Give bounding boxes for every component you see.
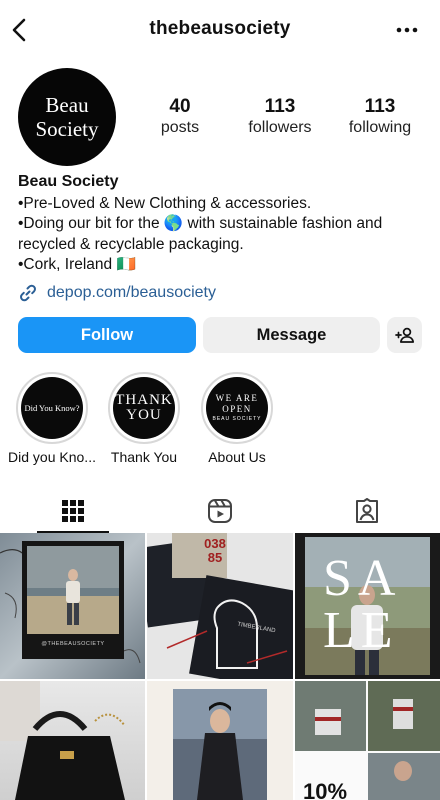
grid-icon [62, 499, 84, 522]
stat-posts[interactable]: 40 posts [130, 96, 230, 138]
add-user-icon [394, 327, 414, 343]
bio-line: •Cork, Ireland 🇮🇪 [18, 255, 428, 276]
stat-following-value: 113 [364, 96, 396, 117]
post-image-tag-text: 038 85 [195, 537, 235, 565]
stat-followers[interactable]: 113 followers [230, 96, 330, 138]
stat-followers-label: followers [248, 119, 312, 136]
globe-emoji-icon: 🌎 [163, 215, 184, 232]
link-icon [20, 284, 36, 302]
post-overlay-text: SA LE [323, 553, 401, 657]
more-options-icon[interactable] [394, 18, 420, 42]
highlight-cover: THANK YOU [113, 377, 175, 439]
stat-following[interactable]: 113 following [330, 96, 430, 138]
message-button[interactable]: Message [203, 317, 380, 353]
avatar-text-line2: Society [35, 117, 99, 141]
post-overlay-text-line: SA [323, 550, 402, 607]
suggested-accounts-button[interactable] [387, 317, 422, 353]
highlight-about-us[interactable]: WE ARE OPEN BEAU SOCIETY About Us [187, 372, 287, 465]
highlight-cover-text: OPEN [222, 403, 252, 414]
top-bar: thebeausociety [0, 0, 440, 60]
highlight-cover-text: BEAU SOCIETY [212, 415, 262, 422]
post-overlay-text: 10% [303, 779, 348, 800]
bio-line: recycled & recyclable packaging. [18, 235, 244, 253]
profile-website-link[interactable]: depop.com/beausociety [18, 283, 216, 303]
stat-posts-label: posts [160, 119, 200, 136]
post-image [0, 681, 126, 800]
post-thumbnail[interactable] [147, 681, 293, 800]
tagged-person-icon [356, 497, 378, 523]
ireland-flag-emoji-icon: 🇮🇪 [116, 256, 136, 273]
post-thumbnail[interactable]: 038 85 TIMBERLAND [147, 533, 293, 679]
post-image [173, 689, 267, 800]
profile-stats: 40 posts 113 followers 113 following [130, 96, 430, 138]
link-text: depop.com/beausociety [47, 284, 216, 301]
highlight-label: Did you Kno... [8, 449, 96, 465]
bio-line: •Pre-Loved & New Clothing & accessories. [18, 194, 312, 212]
highlight-cover-text: YOU [126, 407, 162, 423]
stat-following-label: following [348, 119, 412, 136]
post-image-tag-line: 038 [204, 536, 226, 551]
profile-bio: Beau Society •Pre-Loved & New Clothing &… [18, 172, 428, 276]
post-image [0, 541, 141, 664]
post-thumbnail[interactable] [0, 681, 145, 800]
highlight-cover-text: THANK [115, 392, 173, 408]
profile-tabs [0, 488, 440, 533]
post-image-tag-line: 85 [207, 550, 223, 565]
post-thumbnail[interactable]: @THEBEAUSOCIETY [0, 533, 145, 679]
highlight-ring: THANK YOU [108, 372, 180, 444]
post-overlay-text-line: LE [323, 602, 399, 659]
bio-text: •Doing our bit for the [18, 215, 164, 232]
highlight-cover: Did You Know? [21, 377, 83, 439]
tab-posts-grid[interactable] [0, 488, 146, 533]
follow-button[interactable]: Follow [18, 317, 196, 353]
tab-reels[interactable] [147, 488, 293, 533]
highlight-did-you-know[interactable]: Did You Know? Did you Kno... [2, 372, 102, 465]
highlight-label: Thank You [110, 449, 178, 465]
stat-posts-value: 40 [169, 96, 191, 117]
highlight-label: About Us [208, 449, 266, 465]
reels-icon [208, 498, 232, 523]
profile-username: thebeausociety [149, 18, 291, 39]
bio-text: •Cork, Ireland [18, 256, 117, 273]
bio-text: with sustainable fashion and [183, 215, 383, 232]
highlight-cover-text: WE ARE [215, 392, 259, 403]
tab-tagged[interactable] [294, 488, 440, 533]
highlight-cover-text: Did You Know? [24, 403, 80, 413]
stat-followers-value: 113 [264, 96, 296, 117]
profile-display-name: Beau Society [18, 173, 119, 190]
avatar-text-line1: Beau [45, 93, 89, 117]
post-thumbnail[interactable]: 10% [295, 681, 440, 800]
post-caption-text: @THEBEAUSOCIETY [41, 641, 105, 647]
highlight-ring: Did You Know? [16, 372, 88, 444]
bio-line: •Doing our bit for the 🌎 with sustainabl… [18, 214, 428, 235]
highlight-thank-you[interactable]: THANK YOU Thank You [94, 372, 194, 465]
profile-avatar[interactable]: Beau Society [18, 68, 116, 166]
post-thumbnail[interactable]: SA LE [295, 533, 440, 679]
highlight-cover: WE ARE OPEN BEAU SOCIETY [206, 377, 268, 439]
highlight-ring: WE ARE OPEN BEAU SOCIETY [201, 372, 273, 444]
